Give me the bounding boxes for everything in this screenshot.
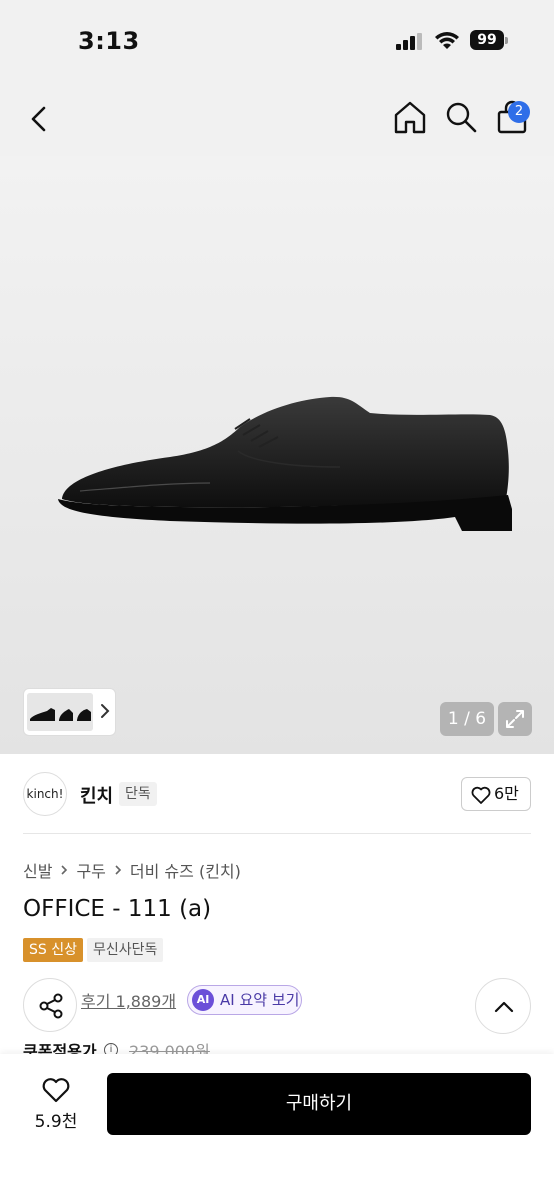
search-icon[interactable]: [444, 100, 478, 134]
chevron-right-icon: [61, 865, 68, 875]
chevron-right-icon[interactable]: [98, 701, 112, 721]
thumbnail-image[interactable]: [27, 693, 93, 731]
brand-name[interactable]: 킨치: [80, 782, 113, 808]
chevron-right-icon: [115, 865, 122, 875]
ai-summary-button[interactable]: AI AI 요약 보기: [187, 985, 302, 1015]
product-image-gallery[interactable]: 1 / 6: [0, 156, 554, 754]
product-image: [58, 396, 512, 531]
brand-logo[interactable]: kinch!: [23, 772, 67, 816]
breadcrumb-item[interactable]: 구두: [76, 858, 105, 882]
ai-icon: AI: [192, 989, 214, 1011]
exclusive-tag: 무신사단독: [87, 938, 164, 962]
exclusive-badge: 단독: [119, 782, 157, 806]
battery-level: 99: [470, 30, 504, 50]
new-season-tag: SS 신상: [23, 938, 83, 962]
chevron-up-icon: [494, 1001, 514, 1013]
share-button[interactable]: [23, 978, 77, 1032]
image-counter: 1 / 6: [440, 702, 494, 736]
product-title: OFFICE - 111 (a): [23, 896, 212, 922]
scroll-up-button[interactable]: [475, 978, 531, 1034]
wifi-icon: [435, 32, 459, 49]
ai-summary-label: AI 요약 보기: [220, 991, 300, 1009]
divider: [23, 833, 531, 834]
thumbnail-strip[interactable]: [23, 688, 116, 736]
battery-icon: 99: [470, 30, 508, 50]
review-link[interactable]: 후기 1,889개: [81, 988, 176, 1012]
status-time: 3:13: [78, 27, 140, 55]
cart-count-badge: 2: [508, 101, 530, 123]
expand-icon[interactable]: [498, 702, 532, 736]
brand-like-count: 6만: [494, 784, 519, 803]
breadcrumb-item[interactable]: 더비 슈즈 (킨치): [130, 858, 241, 882]
breadcrumb: 신발 구두 더비 슈즈 (킨치): [23, 857, 241, 883]
brand-like-button[interactable]: 6만: [461, 777, 531, 811]
back-icon[interactable]: [26, 104, 52, 134]
breadcrumb-item[interactable]: 신발: [23, 858, 52, 882]
signal-icon: [396, 33, 422, 50]
heart-icon: [471, 786, 491, 804]
favorite-count: 5.9천: [34, 1112, 78, 1132]
buy-button[interactable]: 구매하기: [107, 1073, 531, 1135]
top-bar: 3:13 99 2: [0, 0, 554, 156]
share-icon: [39, 993, 63, 1019]
home-icon[interactable]: [393, 100, 427, 134]
heart-icon[interactable]: [41, 1077, 71, 1103]
